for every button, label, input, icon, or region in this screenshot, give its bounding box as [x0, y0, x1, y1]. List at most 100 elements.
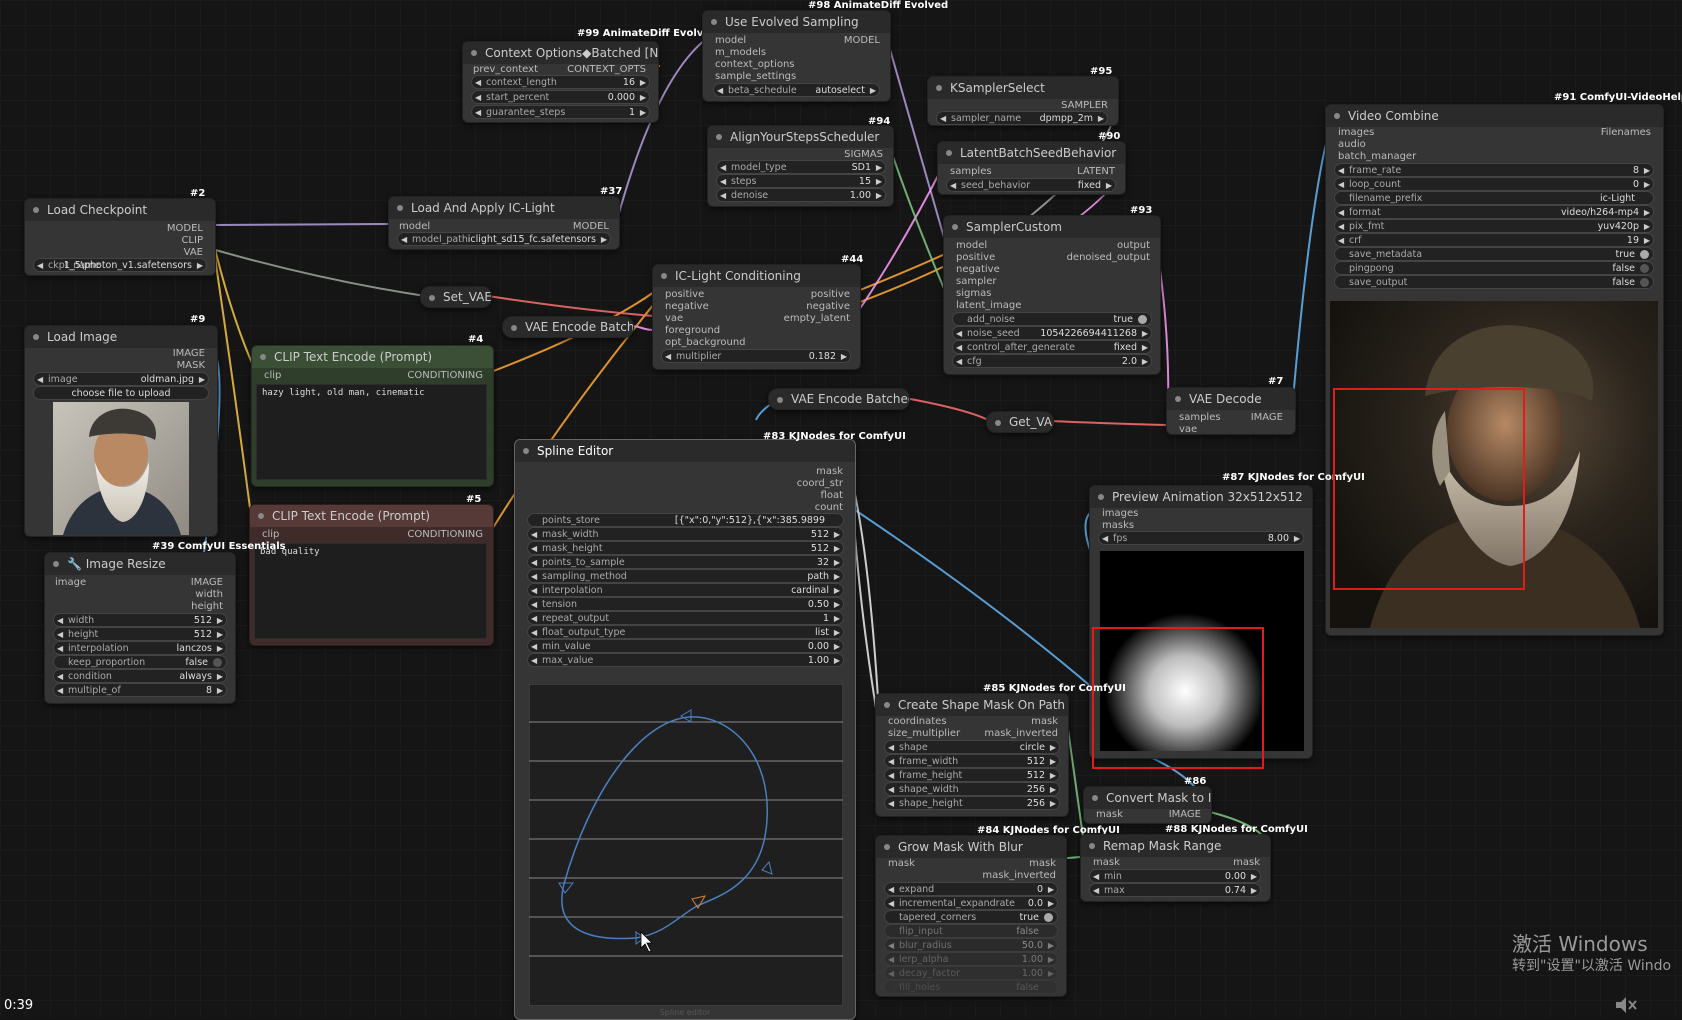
output-sampler[interactable]: SAMPLER — [1061, 100, 1108, 111]
widget-max[interactable]: max0.74 — [1089, 883, 1261, 898]
output-conditioning[interactable]: CONDITIONING — [407, 529, 483, 540]
node-ksampler-select[interactable]: KSamplerSelect SAMPLER sampler_namedpmpp… — [927, 76, 1119, 126]
widget-format[interactable]: formatvideo/h264-mp4 — [1334, 205, 1654, 220]
output-output[interactable]: output — [1117, 240, 1150, 251]
input-mask[interactable]: mask — [888, 858, 915, 869]
widget-steps[interactable]: steps15 — [716, 174, 886, 189]
node-remap-mask-range[interactable]: Remap Mask Range mask mask min0.00 max0.… — [1080, 834, 1271, 902]
input-samples[interactable]: samples — [1179, 412, 1221, 423]
output-mask-inverted[interactable]: mask_inverted — [982, 870, 1056, 881]
widget-mask-width[interactable]: mask_width512 — [527, 527, 844, 542]
input-prev-context[interactable]: prev_context — [473, 64, 538, 75]
widget-guarantee-steps[interactable]: guarantee_steps1 — [471, 105, 650, 120]
widget-seed-behavior[interactable]: seed_behaviorfixed — [946, 178, 1116, 193]
node-image-resize[interactable]: 🔧 Image Resize image IMAGE width height … — [44, 552, 236, 704]
widget-keep-proportion[interactable]: keep_proportion false — [53, 655, 227, 669]
widget-interpolation[interactable]: interpolationlanczos — [53, 641, 227, 656]
widget-incremental-expandrate[interactable]: incremental_expandrate0.0 — [884, 896, 1058, 911]
output-denoised[interactable]: denoised_output — [1067, 252, 1150, 263]
widget-add-noise[interactable]: add_noise true — [952, 312, 1152, 326]
input-mask[interactable]: mask — [1093, 857, 1120, 868]
widget-expand[interactable]: expand0 — [884, 882, 1058, 897]
input-images[interactable]: images — [1102, 508, 1138, 519]
output-mask[interactable]: mask — [1233, 857, 1260, 868]
widget-model-path[interactable]: model_pathiclight_sd15_fc.safetensors — [397, 232, 611, 247]
output-empty-latent[interactable]: empty_latent — [784, 313, 850, 324]
output-image[interactable]: IMAGE — [1251, 412, 1283, 423]
input-images[interactable]: images — [1338, 127, 1374, 138]
input-batch-manager[interactable]: batch_manager — [1338, 151, 1416, 162]
input-model[interactable]: model — [956, 240, 987, 251]
widget-frame-height[interactable]: frame_height512 — [884, 768, 1060, 783]
widget-save-metadata[interactable]: save_metadata true — [1334, 247, 1654, 261]
node-vae-encode-batched[interactable]: VAE Encode Batched ⯁ — [502, 316, 634, 338]
input-size-multiplier[interactable]: size_multiplier — [888, 728, 960, 739]
node-use-evolved-sampling[interactable]: Use Evolved Sampling model m_models cont… — [702, 10, 891, 102]
upload-button[interactable]: choose file to upload — [33, 386, 209, 400]
input-positive[interactable]: positive — [956, 252, 995, 263]
widget-beta-schedule[interactable]: beta_scheduleautoselect — [713, 83, 880, 98]
widget-multiple-of[interactable]: multiple_of8 — [53, 683, 227, 698]
node-iclight-conditioning[interactable]: IC-Light Conditioning positive negative … — [652, 264, 861, 370]
widget-multiplier[interactable]: multiplier0.182 — [661, 349, 851, 364]
widget-decay-factor[interactable]: decay_factor1.00 — [884, 966, 1058, 981]
widget-condition[interactable]: conditionalways — [53, 669, 227, 684]
output-mask[interactable]: mask — [1029, 858, 1056, 869]
output-model[interactable]: MODEL — [167, 223, 203, 234]
output-model[interactable]: MODEL — [573, 221, 609, 232]
node-vae-encode-batched-2[interactable]: VAE Encode Batched ⯁ — [768, 388, 910, 410]
output-positive[interactable]: positive — [811, 289, 850, 300]
input-clip[interactable]: clip — [262, 529, 279, 540]
widget-max-value[interactable]: max_value1.00 — [527, 653, 844, 668]
widget-min-value[interactable]: min_value0.00 — [527, 639, 844, 654]
widget-shape-height[interactable]: shape_height256 — [884, 796, 1060, 811]
node-latent-batch-seed[interactable]: LatentBatchSeedBehavior samples LATENT s… — [937, 141, 1126, 195]
input-sampler[interactable]: sampler — [956, 276, 996, 287]
widget-repeat-output[interactable]: repeat_output1 — [527, 611, 844, 626]
node-clip-text-encode-negative[interactable]: CLIP Text Encode (Prompt) clip CONDITION… — [249, 504, 494, 646]
mute-icon[interactable] — [1614, 995, 1640, 1015]
widget-filename-prefix[interactable]: filename_prefix ic-Light — [1334, 191, 1654, 205]
input-sample-settings[interactable]: sample_settings — [715, 71, 796, 82]
node-vae-decode[interactable]: VAE Decode samples vae IMAGE — [1166, 387, 1296, 435]
node-set-vae[interactable]: Set_VAE — [420, 286, 492, 308]
prompt-textarea[interactable]: bad quality — [254, 543, 487, 639]
widget-model-type[interactable]: model_typeSD1 — [716, 160, 886, 175]
widget-cfg[interactable]: cfg2.0 — [952, 354, 1152, 369]
input-positive[interactable]: positive — [665, 289, 704, 300]
widget-float-output-type[interactable]: float_output_typelist — [527, 625, 844, 640]
input-model[interactable]: model — [715, 35, 746, 46]
widget-pingpong[interactable]: pingpong false — [1334, 261, 1654, 275]
output-float[interactable]: float — [821, 490, 843, 501]
widget-points-store[interactable]: points_store [{"x":0,"y":512},{"x":385.98… — [527, 513, 844, 527]
widget-loop-count[interactable]: loop_count0 — [1334, 177, 1654, 192]
widget-tension[interactable]: tension0.50 — [527, 597, 844, 612]
input-foreground[interactable]: foreground — [665, 325, 720, 336]
input-coordinates[interactable]: coordinates — [888, 716, 947, 727]
widget-sampler-name[interactable]: sampler_namedpmpp_2m — [936, 111, 1108, 125]
output-negative[interactable]: negative — [806, 301, 850, 312]
widget-tapered-corners[interactable]: tapered_corners true — [884, 910, 1058, 924]
output-coord-str[interactable]: coord_str — [797, 478, 843, 489]
node-load-apply-iclight[interactable]: Load And Apply IC-Light model MODEL mode… — [388, 196, 620, 250]
node-grow-mask-with-blur[interactable]: Grow Mask With Blur mask mask mask_inver… — [875, 835, 1067, 997]
input-sigmas[interactable]: sigmas — [956, 288, 991, 299]
input-samples[interactable]: samples — [950, 166, 992, 177]
node-get-vae[interactable]: Get_VAE — [986, 411, 1054, 433]
input-negative[interactable]: negative — [665, 301, 709, 312]
node-load-checkpoint[interactable]: Load Checkpoint MODEL CLIP VAE ckpt_name… — [24, 198, 216, 276]
output-sigmas[interactable]: SIGMAS — [844, 149, 883, 160]
input-clip[interactable]: clip — [264, 370, 281, 381]
input-mask[interactable]: mask — [1096, 809, 1123, 820]
input-opt-background[interactable]: opt_background — [665, 337, 746, 348]
widget-context-length[interactable]: context_length16 — [471, 75, 650, 90]
widget-frame-width[interactable]: frame_width512 — [884, 754, 1060, 769]
output-clip[interactable]: CLIP — [181, 235, 203, 246]
widget-pix-fmt[interactable]: pix_fmtyuv420p — [1334, 219, 1654, 234]
node-spline-editor[interactable]: Spline Editor mask coord_str float count… — [514, 439, 856, 1020]
input-audio[interactable]: audio — [1338, 139, 1366, 150]
widget-noise-seed[interactable]: noise_seed1054226694411268 — [952, 326, 1152, 341]
output-mask[interactable]: mask — [1031, 716, 1058, 727]
output-conditioning[interactable]: CONDITIONING — [407, 370, 483, 381]
widget-sampling-method[interactable]: sampling_methodpath — [527, 569, 844, 584]
